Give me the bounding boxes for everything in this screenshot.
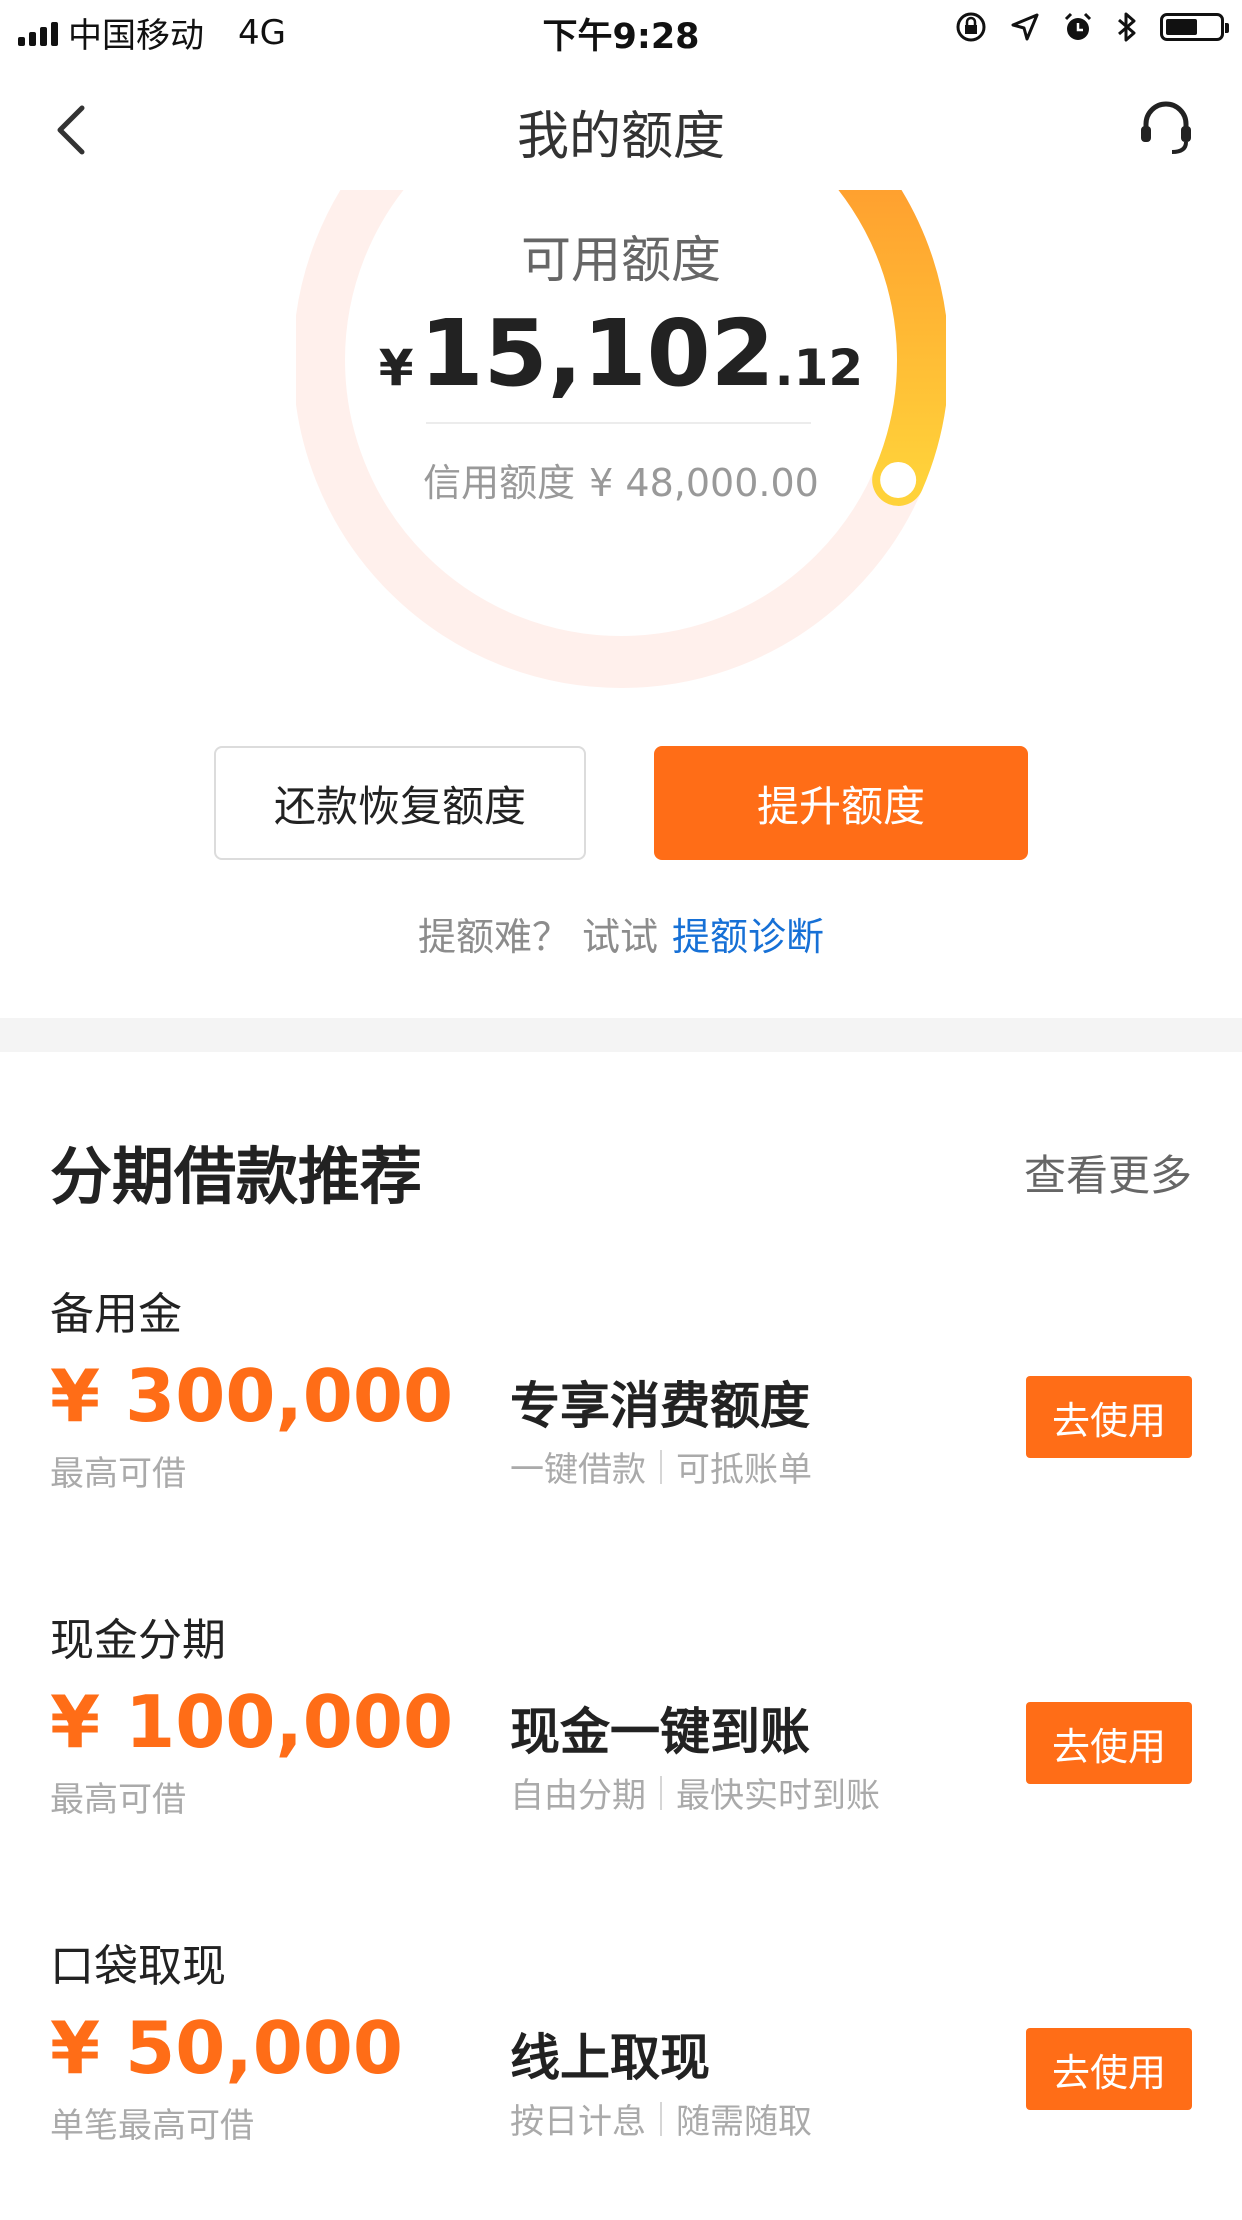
use-button[interactable]: 去使用 bbox=[1026, 1702, 1192, 1784]
amount-caption: 最高可借 bbox=[50, 1454, 186, 1494]
limit-diagnosis-link[interactable]: 提额诊断 bbox=[672, 915, 824, 959]
product-tags: 一键借款 可抵账单 bbox=[510, 1442, 812, 1491]
amount-caption: 单笔最高可借 bbox=[50, 2106, 254, 2146]
tag-divider bbox=[660, 1775, 662, 1810]
status-bar: 中国移动 4G 下午9:28 bbox=[0, 0, 1242, 62]
alarm-icon bbox=[1064, 12, 1092, 40]
currency-symbol: ¥ bbox=[378, 339, 414, 397]
section-title: 分期借款推荐 bbox=[50, 1140, 423, 1213]
view-more-link[interactable]: 查看更多 bbox=[1024, 1142, 1192, 1203]
product-tag: 一键借款 bbox=[510, 1450, 646, 1490]
battery-icon bbox=[1160, 13, 1229, 41]
product-tag: 按日计息 bbox=[510, 2102, 646, 2142]
bluetooth-icon bbox=[1118, 12, 1136, 42]
location-icon bbox=[1011, 13, 1039, 41]
hint-text: 提额难？ 试试 bbox=[417, 915, 659, 959]
tag-divider bbox=[660, 2101, 662, 2136]
credit-limit-label: 信用额度 bbox=[423, 461, 576, 505]
section-divider bbox=[0, 1018, 1242, 1052]
max-amount: ¥ 100,000 bbox=[50, 1680, 454, 1764]
product-title: 现金一键到账 bbox=[510, 1703, 810, 1761]
max-amount: ¥ 50,000 bbox=[50, 2006, 404, 2090]
credit-gauge: 可用额度 ¥15,102.12 信用额度 ¥ 48,000.00 bbox=[296, 190, 946, 690]
list-item: 备用金 ¥ 300,000 最高可借 专享消费额度 一键借款 可抵账单 去使用 bbox=[0, 1278, 1242, 1568]
amount-decimal: .12 bbox=[774, 339, 864, 397]
product-name: 现金分期 bbox=[50, 1615, 226, 1666]
amount-integer: 15,102 bbox=[419, 300, 775, 407]
tag-divider bbox=[660, 1449, 662, 1484]
product-tags: 自由分期 最快实时到账 bbox=[510, 1768, 880, 1817]
list-item: 现金分期 ¥ 100,000 最高可借 现金一键到账 自由分期 最快实时到账 去使… bbox=[0, 1604, 1242, 1894]
product-tags: 按日计息 随需随取 bbox=[510, 2094, 812, 2143]
product-name: 备用金 bbox=[50, 1289, 182, 1340]
product-tag: 最快实时到账 bbox=[676, 1776, 880, 1816]
limit-hint: 提额难？ 试试 提额诊断 bbox=[0, 906, 1242, 961]
rotation-lock-icon bbox=[956, 12, 986, 42]
headset-icon[interactable] bbox=[1134, 96, 1198, 160]
product-title: 专享消费额度 bbox=[510, 1377, 810, 1435]
page-title: 我的额度 bbox=[516, 107, 725, 167]
credit-limit: 信用额度 ¥ 48,000.00 bbox=[296, 452, 946, 507]
nav-bar: 我的额度 bbox=[0, 62, 1242, 190]
product-name: 口袋取现 bbox=[50, 1941, 226, 1992]
status-right bbox=[954, 10, 1229, 44]
product-tag: 可抵账单 bbox=[676, 1450, 812, 1490]
repay-restore-button[interactable]: 还款恢复额度 bbox=[214, 746, 586, 860]
gauge-divider bbox=[426, 422, 811, 424]
raise-limit-button[interactable]: 提升额度 bbox=[654, 746, 1028, 860]
list-item: 口袋取现 ¥ 50,000 单笔最高可借 线上取现 按日计息 随需随取 去使用 bbox=[0, 1930, 1242, 2220]
available-credit-label: 可用额度 bbox=[521, 231, 721, 289]
product-tag: 自由分期 bbox=[510, 1776, 646, 1816]
use-button[interactable]: 去使用 bbox=[1026, 2028, 1192, 2110]
amount-caption: 最高可借 bbox=[50, 1780, 186, 1820]
product-title: 线上取现 bbox=[510, 2029, 710, 2087]
credit-limit-value: ¥ 48,000.00 bbox=[589, 461, 819, 505]
available-credit-amount: ¥15,102.12 bbox=[296, 300, 946, 407]
product-tag: 随需随取 bbox=[676, 2102, 812, 2142]
use-button[interactable]: 去使用 bbox=[1026, 1376, 1192, 1458]
max-amount: ¥ 300,000 bbox=[50, 1354, 454, 1438]
